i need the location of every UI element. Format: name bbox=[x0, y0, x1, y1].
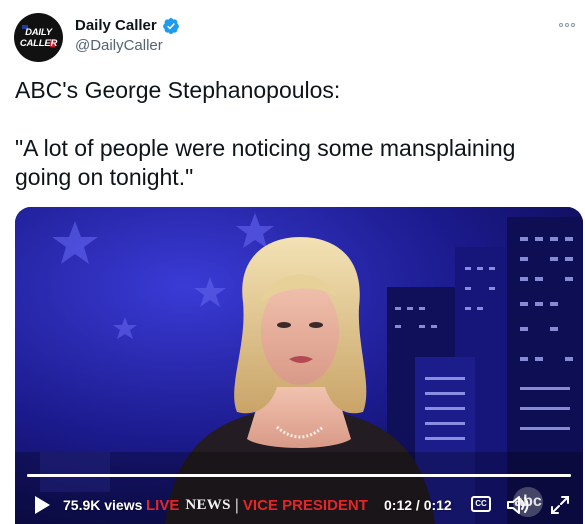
tweet-text: ABC's George Stephanopoulos: "A lot of p… bbox=[15, 76, 575, 192]
tweet-text-line: ABC's George Stephanopoulos: bbox=[15, 77, 341, 103]
avatar[interactable]: DAILY CALLER bbox=[14, 13, 63, 62]
tweet-card: DAILY CALLER Daily Caller @DailyCaller A… bbox=[0, 0, 585, 524]
display-name[interactable]: Daily Caller bbox=[75, 17, 157, 34]
play-icon[interactable] bbox=[33, 495, 51, 515]
video-controls: 75.9K views LIVE NEWS | VICE PRESIDENT 0… bbox=[15, 487, 583, 524]
avatar-logo-text: DAILY bbox=[25, 27, 52, 38]
closed-captions-icon[interactable]: CC bbox=[471, 496, 491, 512]
more-options-icon[interactable] bbox=[556, 16, 578, 34]
network-label: NEWS bbox=[185, 497, 231, 513]
tweet-text-line: "A lot of people were noticing some mans… bbox=[15, 135, 516, 190]
news-lower-third: LIVE NEWS | VICE PRESIDENT bbox=[146, 495, 368, 516]
more-dot bbox=[571, 23, 575, 27]
headline-label: VICE PRESIDENT bbox=[242, 497, 368, 514]
video-player[interactable]: 75.9K views LIVE NEWS | VICE PRESIDENT 0… bbox=[15, 207, 583, 524]
more-dot bbox=[565, 23, 569, 27]
avatar-logo-text: CALLER bbox=[19, 38, 58, 49]
time-display: 0:12 / 0:12 bbox=[384, 497, 452, 513]
verified-badge-icon bbox=[163, 17, 179, 35]
more-dot bbox=[559, 23, 563, 27]
live-label: LIVE bbox=[146, 497, 180, 514]
view-count: 75.9K views bbox=[63, 497, 143, 513]
volume-icon[interactable] bbox=[506, 494, 530, 516]
user-handle[interactable]: @DailyCaller bbox=[75, 37, 163, 54]
progress-fill bbox=[27, 474, 571, 477]
lower-third-separator: | bbox=[234, 496, 239, 514]
progress-bar[interactable] bbox=[27, 474, 571, 477]
fullscreen-icon[interactable] bbox=[549, 494, 571, 516]
